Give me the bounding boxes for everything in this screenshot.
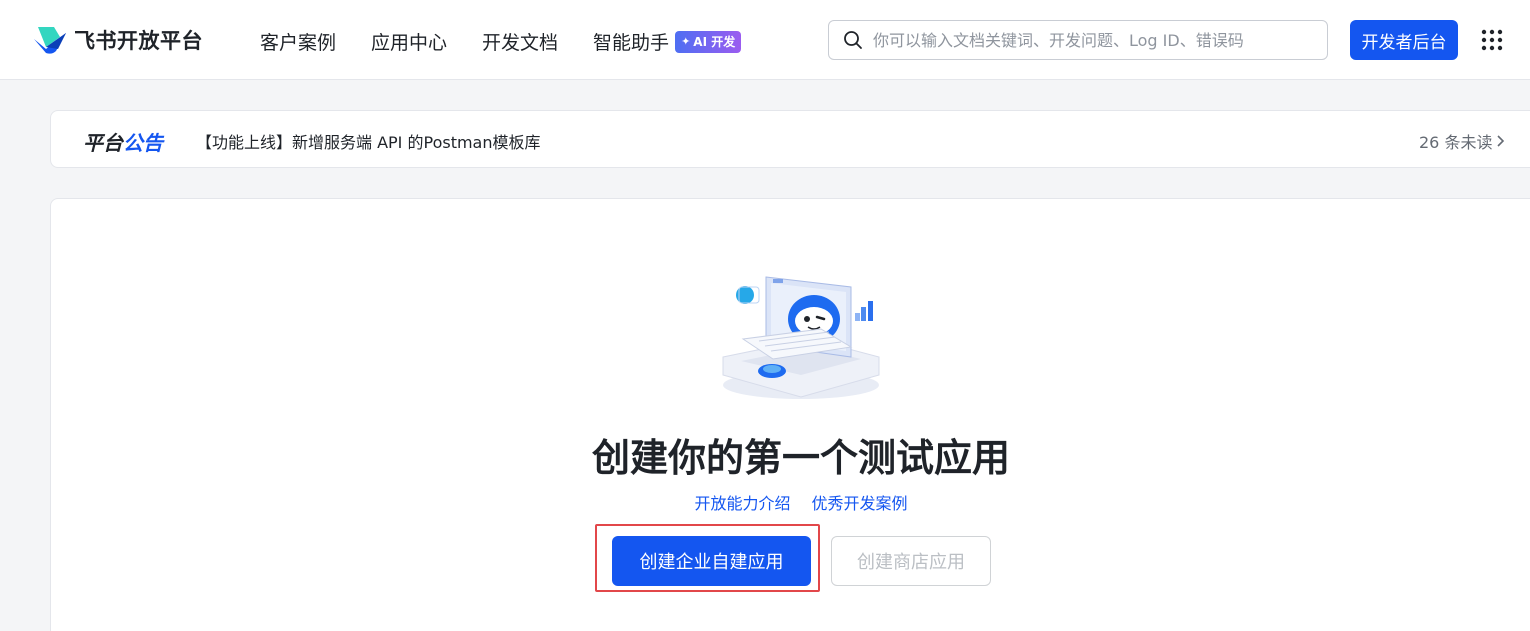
create-store-app-button[interactable]: 创建商店应用 <box>831 536 991 586</box>
announcement-title-part2: 公告 <box>123 131 163 155</box>
search-icon <box>844 31 862 49</box>
robot-laptop-illustration <box>722 276 880 399</box>
ai-badge-label: AI 开发 <box>693 35 736 49</box>
ai-badge[interactable]: ✦ AI 开发 <box>675 30 742 53</box>
announcement-title-part1: 平台 <box>83 131 123 155</box>
main-nav: 客户案例 应用中心 开发文档 智能助手 ✦ AI 开发 <box>260 28 742 55</box>
helper-links: 开放能力介绍 优秀开发案例 <box>51 490 1530 514</box>
nav-item-docs[interactable]: 开发文档 <box>482 28 558 55</box>
nav-item-app-center[interactable]: 应用中心 <box>371 28 447 55</box>
nav-item-customer-cases[interactable]: 客户案例 <box>260 28 336 55</box>
nav-item-assistant[interactable]: 智能助手 <box>593 28 669 55</box>
top-header: 飞书开放平台 客户案例 应用中心 开发文档 智能助手 ✦ AI 开发 开发者后台 <box>0 0 1530 80</box>
create-enterprise-app-button[interactable]: 创建企业自建应用 <box>612 536 811 586</box>
search-box[interactable] <box>828 20 1328 60</box>
unread-count-label: 26 条未读 <box>1419 133 1493 152</box>
search-input[interactable] <box>873 30 1313 50</box>
sparkle-icon: ✦ <box>681 35 691 48</box>
create-app-card: 创建你的第一个测试应用 开放能力介绍 优秀开发案例 创建企业自建应用 创建商店应… <box>50 198 1530 631</box>
logo-text: 飞书开放平台 <box>74 29 203 53</box>
announcement-bar: 平台公告 【功能上线】新增服务端 API 的Postman模板库 26 条未读 <box>50 110 1530 168</box>
chevron-right-icon <box>1497 135 1505 147</box>
announcement-text[interactable]: 【功能上线】新增服务端 API 的Postman模板库 <box>196 129 541 153</box>
feishu-logo-icon <box>34 27 66 54</box>
link-cases[interactable]: 优秀开发案例 <box>812 494 908 513</box>
developer-console-button[interactable]: 开发者后台 <box>1350 20 1458 60</box>
announcement-title: 平台公告 <box>83 127 163 156</box>
page-title: 创建你的第一个测试应用 <box>591 436 1010 480</box>
grid-apps-icon[interactable] <box>1481 29 1503 51</box>
link-capabilities[interactable]: 开放能力介绍 <box>694 494 790 513</box>
unread-count-link[interactable]: 26 条未读 <box>1419 129 1505 153</box>
logo[interactable]: 飞书开放平台 <box>32 25 203 55</box>
